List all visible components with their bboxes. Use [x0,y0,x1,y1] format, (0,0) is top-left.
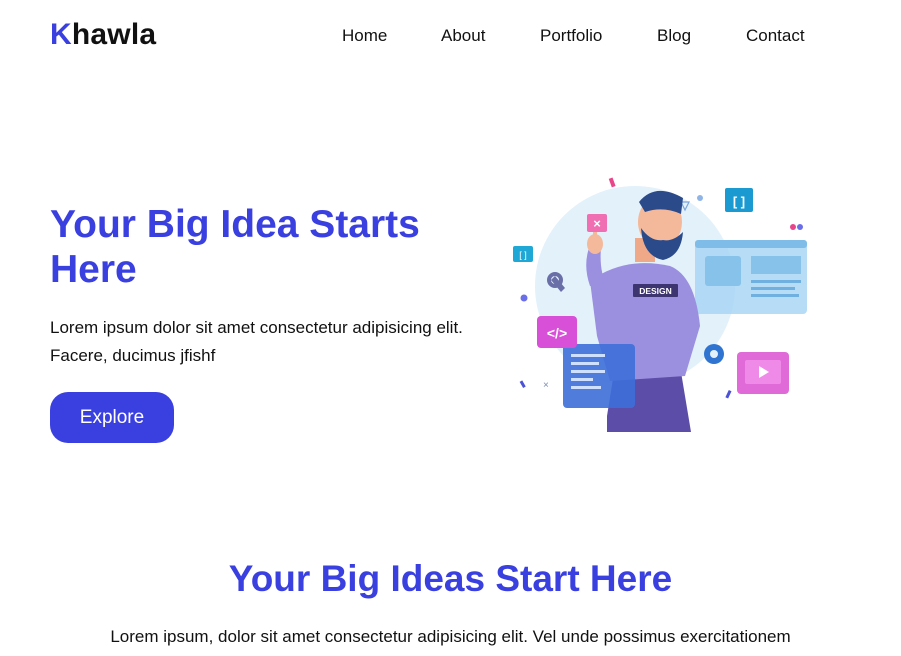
code-badge: </> [547,325,567,341]
shirt-label: DESIGN [639,286,672,296]
nav-portfolio[interactable]: Portfolio [540,26,602,46]
nav-about[interactable]: About [441,26,485,46]
explore-button[interactable]: Explore [50,392,174,443]
designer-illustration: × [ ] [ ] DESIGN × </> [513,177,807,432]
nav-home[interactable]: Home [342,26,387,46]
hero-title: Your Big Idea Starts Here [50,203,420,291]
svg-text:×: × [543,380,549,391]
svg-text:×: × [593,216,601,231]
small-bracket-badge: [ ] [519,250,527,260]
section-text: Lorem ipsum, dolor sit amet consectetur … [110,627,791,646]
nav-blog[interactable]: Blog [657,26,691,46]
nav-contact[interactable]: Contact [746,26,805,46]
section-title: Your Big Ideas Start Here [228,558,673,599]
main-nav: Home About Portfolio Blog Contact [0,26,901,46]
bracket-badge: [ ] [733,194,745,209]
hero-text: Lorem ipsum dolor sit amet consectetur a… [50,318,463,365]
